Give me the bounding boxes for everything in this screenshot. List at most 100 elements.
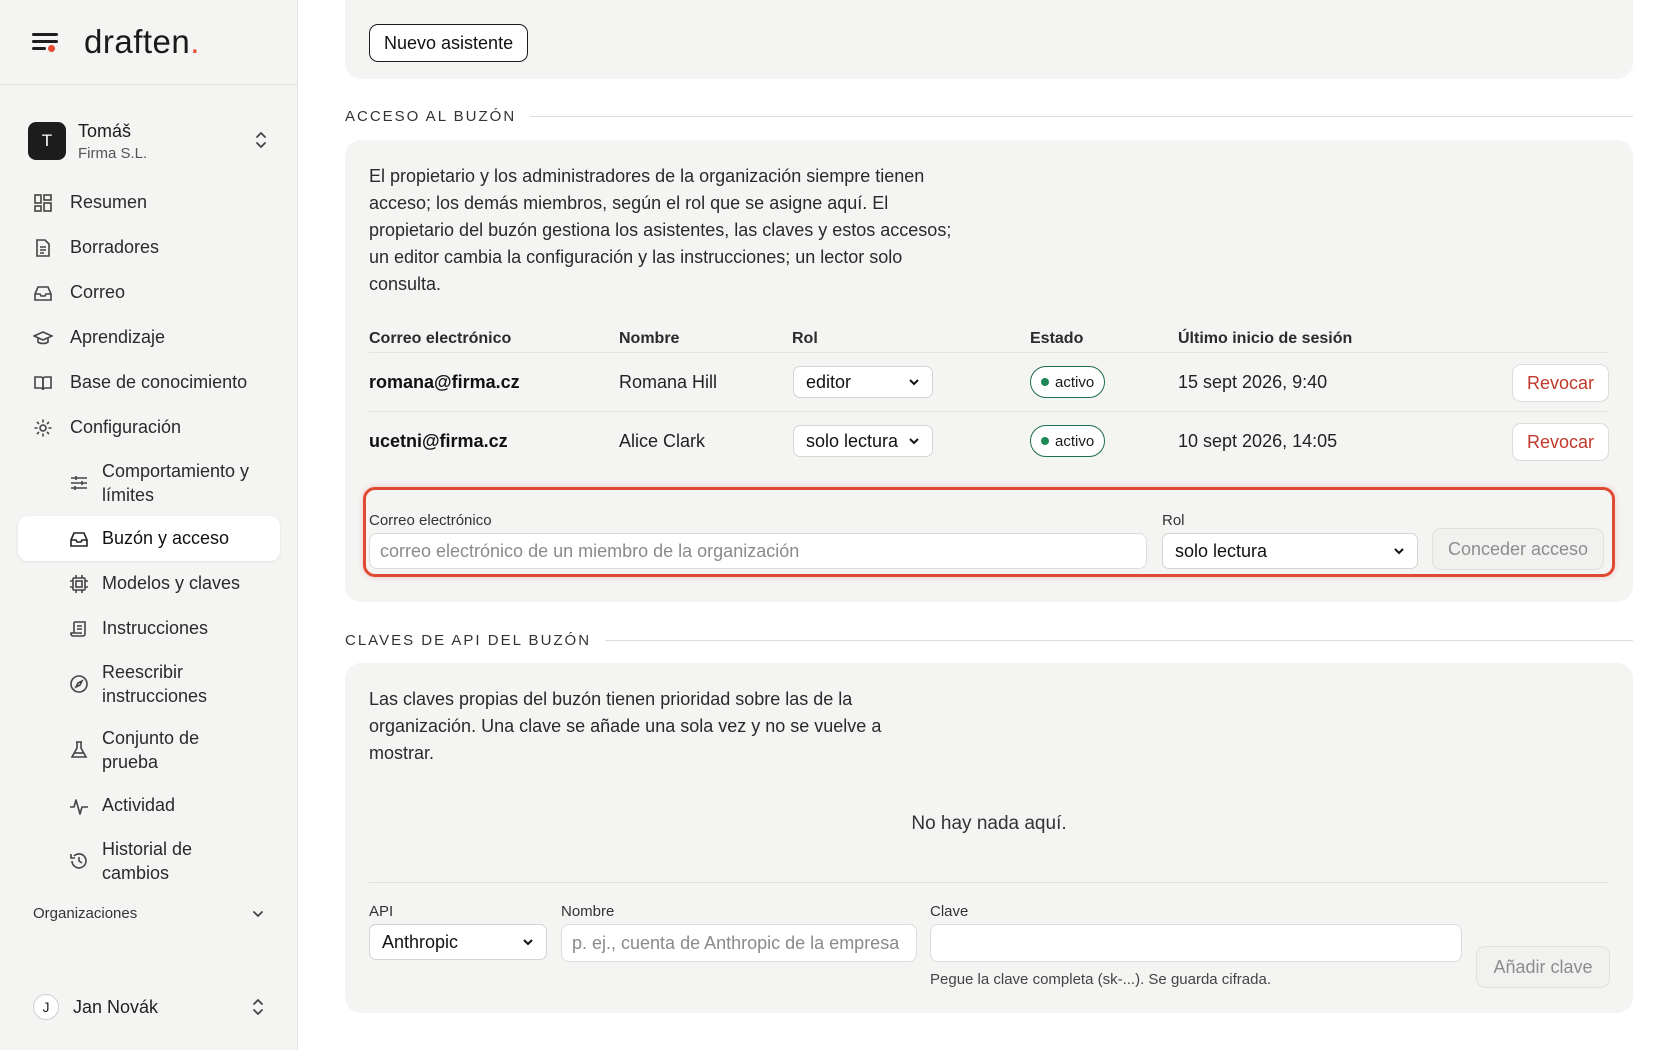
nav-item-actividad[interactable]: Actividad [18, 783, 280, 828]
role-select[interactable]: editor [793, 366, 933, 398]
name-label: Nombre [561, 903, 615, 920]
document-icon [32, 237, 54, 259]
flask-icon [68, 739, 90, 761]
col-last-login: Último inicio de sesión [1178, 330, 1353, 347]
account-name: Tomáš [78, 120, 132, 141]
row-last-login: 15 sept 2026, 9:40 [1178, 372, 1328, 392]
chevron-down-icon [909, 438, 919, 445]
nav-item-aprendizaje[interactable]: Aprendizaje [18, 315, 280, 360]
nav-item-borradores[interactable]: Borradores [18, 225, 280, 270]
grant-access-form: Correo electrónico correo electrónico de… [363, 487, 1615, 577]
inbox-icon [68, 528, 90, 550]
chevron-up-down-icon [256, 132, 266, 148]
chevron-down-icon [1394, 548, 1404, 555]
main-nav: Resumen Borradores Correo Aprendizaje Ba… [18, 180, 280, 894]
api-select[interactable]: Anthropic [369, 924, 547, 960]
key-name-field[interactable]: p. ej., cuenta de Anthropic de la empres… [561, 924, 917, 962]
nav-label: Aprendizaje [70, 327, 166, 347]
compass-icon [68, 673, 90, 695]
status-text: activo [1055, 432, 1095, 450]
user-menu[interactable]: J Jan Novák [33, 994, 265, 1020]
assistants-card: Nuevo asistente [345, 0, 1633, 79]
api-value: Anthropic [382, 931, 459, 952]
chevron-up-down-icon [253, 999, 263, 1015]
nav-label: Conjunto de prueba [102, 728, 200, 772]
account-org: Firma S.L. [78, 144, 148, 162]
nav-label: Correo [70, 282, 126, 302]
email-field[interactable]: correo electrónico de un miembro de la o… [369, 533, 1147, 569]
account-avatar: T [28, 122, 66, 160]
divider [369, 882, 1609, 883]
logo[interactable]: draften. [84, 23, 200, 61]
nav-item-instrucciones[interactable]: Instrucciones [18, 606, 280, 651]
nav-item-modelos-claves[interactable]: Modelos y claves [18, 561, 280, 606]
col-name: Nombre [619, 330, 680, 347]
user-avatar: J [33, 994, 59, 1020]
menu-icon[interactable] [32, 31, 60, 53]
nav-label: Borradores [70, 237, 160, 257]
nav-item-correo[interactable]: Correo [18, 270, 280, 315]
nav-item-configuracion[interactable]: Configuración [18, 405, 280, 450]
nav-label: Instrucciones [102, 618, 209, 638]
email-label: Correo electrónico [369, 512, 492, 529]
grant-access-button[interactable]: Conceder acceso [1432, 528, 1604, 570]
section-title: CLAVES DE API DEL BUZÓN [345, 632, 592, 649]
nav-item-resumen[interactable]: Resumen [18, 180, 280, 225]
api-key-field[interactable] [930, 924, 1462, 962]
new-assistant-button[interactable]: Nuevo asistente [369, 24, 529, 62]
nav-label: Modelos y claves [102, 573, 241, 593]
nav-item-comportamiento[interactable]: Comportamiento y límites [18, 450, 280, 516]
graduation-cap-icon [32, 327, 54, 349]
role-value: solo lectura [1175, 540, 1268, 561]
sidebar: draften. T Tomáš Firma S.L. Resumen Borr… [0, 0, 298, 1050]
chip-icon [68, 573, 90, 595]
api-keys-card: Las claves propias del buzón tienen prio… [345, 663, 1633, 1013]
chevron-down-icon [909, 379, 919, 386]
role-select[interactable]: solo lectura [1162, 533, 1418, 569]
nav-label: Actividad [102, 795, 176, 815]
col-email: Correo electrónico [369, 330, 512, 347]
nav-label: Reescribir instrucciones [102, 662, 208, 706]
nav-label: Configuración [70, 417, 182, 437]
revoke-button[interactable]: Revocar [1511, 423, 1609, 461]
mailbox-access-heading: ACCESO AL BUZÓN [345, 108, 1633, 125]
row-email: romana@firma.cz [369, 372, 520, 392]
organizations-label: Organizaciones [33, 905, 138, 922]
organizations-toggle[interactable]: Organizaciones [33, 905, 265, 922]
revoke-button[interactable]: Revocar [1511, 364, 1609, 402]
logo-bar: draften. [0, 0, 297, 85]
sliders-icon [68, 472, 90, 494]
nav-item-conjunto-prueba[interactable]: Conjunto de prueba [18, 717, 280, 783]
add-key-button[interactable]: Añadir clave [1476, 946, 1610, 988]
scroll-icon [68, 618, 90, 640]
nav-item-base-conocimiento[interactable]: Base de conocimiento [18, 360, 280, 405]
role-label: Rol [1162, 512, 1185, 529]
table-row: romana@firma.cz Romana Hill editor activ… [369, 352, 1609, 411]
nav-label: Historial de cambios [102, 839, 193, 883]
history-icon [68, 850, 90, 872]
mailbox-access-description: El propietario y los administradores de … [369, 166, 952, 294]
gear-icon [32, 417, 54, 439]
role-select[interactable]: solo lectura [793, 425, 933, 457]
nav-label: Comportamiento y límites [102, 461, 250, 505]
dashboard-icon [32, 192, 54, 214]
nav-label: Base de conocimiento [70, 372, 248, 392]
row-name: Romana Hill [619, 372, 718, 392]
nav-label: Buzón y acceso [102, 528, 230, 548]
nav-item-reescribir[interactable]: Reescribir instrucciones [18, 651, 280, 717]
api-keys-heading: CLAVES DE API DEL BUZÓN [345, 632, 1633, 649]
status-text: activo [1055, 373, 1095, 391]
nav-item-historial[interactable]: Historial de cambios [18, 828, 280, 894]
key-hint: Pegue la clave completa (sk-...). Se gua… [930, 971, 1272, 988]
key-label: Clave [930, 903, 969, 920]
row-last-login: 10 sept 2026, 14:05 [1178, 431, 1338, 451]
col-status: Estado [1030, 330, 1084, 347]
api-label: API [369, 903, 394, 920]
row-email: ucetni@firma.cz [369, 431, 508, 451]
chevron-down-icon [523, 939, 533, 946]
role-value: editor [806, 371, 852, 392]
table-row: ucetni@firma.cz Alice Clark solo lectura… [369, 411, 1609, 470]
user-name: Jan Novák [73, 996, 159, 1017]
nav-item-buzon-acceso[interactable]: Buzón y acceso [18, 516, 280, 561]
account-switcher[interactable]: T Tomáš Firma S.L. [28, 117, 278, 165]
